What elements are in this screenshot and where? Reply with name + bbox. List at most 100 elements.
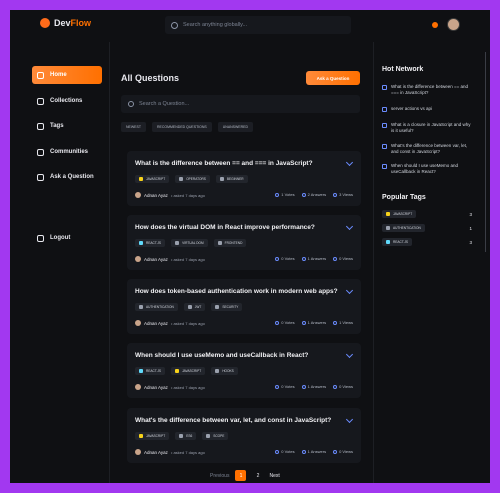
question-tag[interactable]: ES6 (175, 432, 197, 440)
question-author[interactable]: Adnan Ayaz • asked 7 days ago (135, 320, 205, 326)
search-icon (171, 21, 178, 29)
global-search-input[interactable]: Search anything globally... (165, 16, 351, 34)
question-card[interactable]: When should I use useMemo and useCallbac… (127, 343, 361, 398)
question-title[interactable]: What is the difference between == and ==… (135, 160, 335, 167)
author-name: Adnan Ayaz (144, 320, 168, 326)
pagination-next[interactable]: Next (269, 473, 279, 479)
question-search-input[interactable]: Search a Question... (121, 95, 360, 113)
question-author[interactable]: Adnan Ayaz • asked 7 days ago (135, 384, 205, 390)
hot-network-item[interactable]: What's the difference between var, let, … (382, 143, 474, 155)
tag-logo-icon (139, 434, 143, 438)
question-tag[interactable]: HOOKS (211, 367, 238, 375)
message-icon (301, 256, 306, 261)
question-icon (382, 164, 387, 169)
question-author[interactable]: Adnan Ayaz • asked 7 days ago (135, 449, 205, 455)
question-title[interactable]: How does the virtual DOM in React improv… (135, 224, 335, 231)
question-tag[interactable]: FRONTEND (213, 239, 247, 247)
votes-count: 0 Votes (281, 449, 295, 454)
author-avatar (135, 384, 141, 390)
tag-logo-icon (219, 177, 224, 181)
hot-network-item[interactable]: What is a closure in JavaScript and why … (382, 122, 474, 134)
question-card[interactable]: What's the difference between var, let, … (127, 408, 361, 463)
question-tag[interactable]: BEGINNER (215, 175, 248, 183)
question-tag[interactable]: SCOPE (202, 432, 229, 440)
filter-newest[interactable]: NEWEST (121, 122, 146, 132)
question-card[interactable]: How does the virtual DOM in React improv… (127, 215, 361, 270)
pagination: Previous 1 2 Next (210, 470, 280, 481)
top-navbar: Dev Flow Search anything globally... (10, 10, 490, 42)
popular-tag-row[interactable]: AUTHENTICATION 1 (382, 224, 472, 232)
question-tag[interactable]: JAVASCRIPT (171, 367, 206, 375)
user-avatar[interactable] (447, 18, 460, 31)
popular-tag-row[interactable]: JAVASCRIPT 3 (382, 210, 472, 218)
question-author[interactable]: Adnan Ayaz • asked 7 days ago (135, 256, 205, 262)
like-icon (275, 192, 280, 197)
right-scrollbar[interactable] (485, 52, 486, 252)
sidebar-item-collections[interactable]: Collections (32, 92, 102, 110)
edit-icon[interactable] (345, 286, 354, 295)
tag-logo-icon (386, 212, 390, 216)
question-tag[interactable]: SECURITY (211, 303, 243, 311)
question-tag[interactable]: REACT.JS (135, 367, 166, 375)
sidebar-item-home[interactable]: Home (32, 66, 102, 84)
popular-tag-chip[interactable]: AUTHENTICATION (382, 224, 425, 232)
like-icon (275, 384, 280, 389)
question-card[interactable]: What is the difference between == and ==… (127, 151, 361, 206)
pagination-prev[interactable]: Previous (210, 473, 229, 479)
question-card[interactable]: How does token-based authentication work… (127, 279, 361, 334)
edit-icon[interactable] (345, 158, 354, 167)
ask-question-button[interactable]: Ask a Question (306, 71, 360, 85)
question-tag[interactable]: REACT.JS (135, 239, 166, 247)
edit-icon[interactable] (345, 222, 354, 231)
hot-network-text: When should I use useMemo and useCallbac… (391, 163, 459, 174)
hot-network-item[interactable]: server actions vs api (382, 106, 474, 112)
question-title[interactable]: What's the difference between var, let, … (135, 417, 335, 424)
hot-network-item[interactable]: What is the difference between == and ==… (382, 84, 474, 96)
tag-label: SCOPE (213, 434, 225, 438)
hot-network-title: Hot Network (382, 66, 424, 73)
popular-tag-name: REACT.JS (393, 240, 409, 244)
question-stats: 0 Votes 1 Answers 0 Views (275, 256, 353, 261)
theme-toggle-icon[interactable] (432, 21, 438, 28)
sidebar-item-ask-question[interactable]: Ask a Question (32, 168, 102, 186)
popular-tag-name: AUTHENTICATION (393, 226, 421, 230)
views-count: 0 Views (339, 384, 353, 389)
popular-tag-row[interactable]: REACT.JS 3 (382, 238, 472, 246)
popular-tag-chip[interactable]: REACT.JS (382, 238, 413, 246)
question-title[interactable]: How does token-based authentication work… (135, 288, 338, 295)
filter-recommended[interactable]: RECOMMENDED QUESTIONS (151, 122, 212, 132)
filter-unanswered[interactable]: UNANSWERED (217, 122, 254, 132)
tag-logo-icon (187, 305, 192, 309)
author-avatar (135, 256, 141, 262)
question-tag[interactable]: AUTHENTICATION (135, 303, 178, 311)
answers-count: 2 Answers (307, 192, 327, 197)
question-tag[interactable]: JAVASCRIPT (135, 175, 170, 183)
question-author[interactable]: Adnan Ayaz • asked 7 days ago (135, 192, 205, 198)
sidebar-item-tags[interactable]: Tags (32, 117, 102, 135)
brand-logo[interactable]: Dev Flow (40, 18, 91, 28)
question-icon (382, 85, 387, 90)
hot-network-text: What's the difference between var, let, … (391, 143, 468, 154)
popular-tag-count: 3 (469, 211, 472, 217)
answers-stat: 2 Answers (301, 192, 327, 197)
question-title[interactable]: When should I use useMemo and useCallbac… (135, 352, 335, 359)
question-icon (382, 123, 387, 128)
hot-network-text: What is the difference between == and ==… (391, 84, 468, 95)
sidebar-item-communities[interactable]: Communities (32, 143, 102, 161)
question-tags: REACT.JS JAVASCRIPT HOOKS (135, 367, 238, 375)
question-tag[interactable]: JWT (183, 303, 206, 311)
question-tag[interactable]: JAVASCRIPT (135, 432, 170, 440)
tag-logo-icon (139, 177, 143, 181)
hot-network-item[interactable]: When should I use useMemo and useCallbac… (382, 163, 474, 175)
question-tag[interactable]: OPERATORS (175, 175, 210, 183)
page-2-button[interactable]: 2 (252, 470, 263, 481)
views-stat: 1 Views (333, 320, 353, 325)
edit-icon[interactable] (345, 415, 354, 424)
logout-button[interactable]: Logout (32, 229, 102, 247)
edit-icon[interactable] (345, 350, 354, 359)
asked-time: • asked 7 days ago (170, 384, 205, 390)
page-1-button[interactable]: 1 (235, 470, 247, 481)
votes-count: 0 Votes (281, 320, 295, 325)
popular-tag-chip[interactable]: JAVASCRIPT (382, 210, 417, 218)
question-tag[interactable]: VIRTUAL DOM (171, 239, 208, 247)
